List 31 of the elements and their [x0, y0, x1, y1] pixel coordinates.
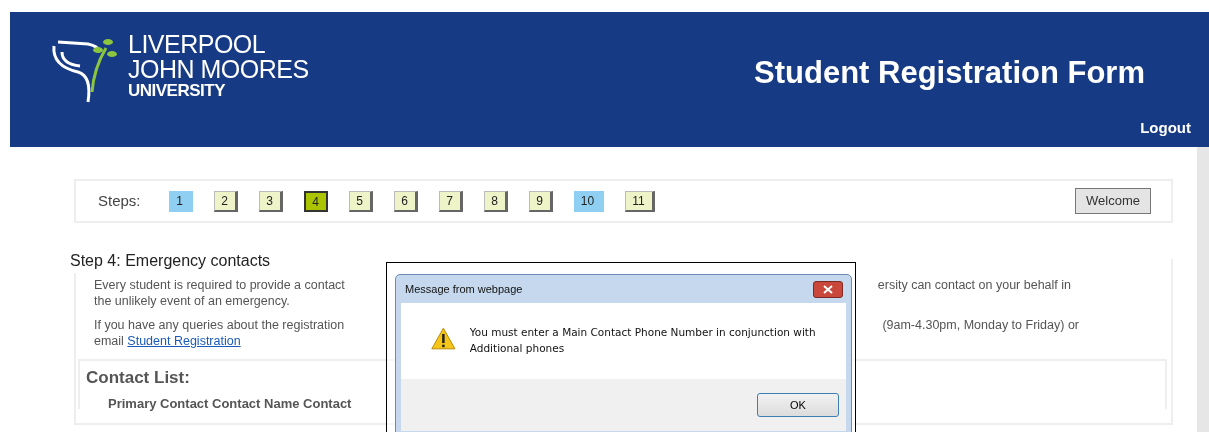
dialog-message: You must enter a Main Contact Phone Number in conjunction with Additional phones — [469, 325, 817, 356]
step-button[interactable]: 10 — [573, 190, 604, 212]
step-button[interactable]: 4 — [303, 190, 328, 212]
ok-button[interactable]: OK — [757, 393, 839, 417]
step-button[interactable]: 7 — [438, 190, 463, 212]
welcome-button[interactable]: Welcome — [1075, 188, 1151, 214]
step-button[interactable]: 1 — [168, 190, 193, 212]
warning-icon — [431, 325, 456, 352]
logout-link[interactable]: Logout — [1140, 116, 1191, 139]
paragraph-text: ersity can contact on your behalf in — [877, 277, 1071, 293]
step-button[interactable]: 9 — [528, 190, 553, 212]
steps-label: Steps: — [98, 190, 141, 211]
step-button[interactable]: 5 — [348, 190, 373, 212]
step-button[interactable]: 2 — [213, 190, 238, 212]
step-button[interactable]: 6 — [393, 190, 418, 212]
step-button[interactable]: 8 — [483, 190, 508, 212]
student-registration-link[interactable]: Student Registration — [127, 334, 241, 348]
dialog-title: Message from webpage — [405, 281, 523, 297]
close-button[interactable] — [813, 280, 843, 298]
paragraph-text: email — [94, 334, 124, 348]
paragraph-text: Every student is required to provide a contact — [94, 277, 345, 293]
paragraph-text: the unlikely event of an emergency. — [94, 293, 290, 309]
step-button[interactable]: 3 — [258, 190, 283, 212]
close-icon — [823, 284, 833, 294]
contact-list-heading: Contact List: — [86, 367, 190, 389]
paragraph-text: If you have any queries about the registration — [94, 317, 345, 333]
step-button[interactable]: 11 — [624, 190, 655, 212]
university-logo-text: LIVERPOOL JOHN MOORES UNIVERSITY — [128, 32, 309, 99]
paragraph-text: (9am-4.30pm, Monday to Friday) or — [882, 317, 1079, 333]
column-headers: Primary Contact Contact Name Contact — [108, 395, 352, 411]
form-title: Student Registration Form — [754, 54, 1145, 92]
